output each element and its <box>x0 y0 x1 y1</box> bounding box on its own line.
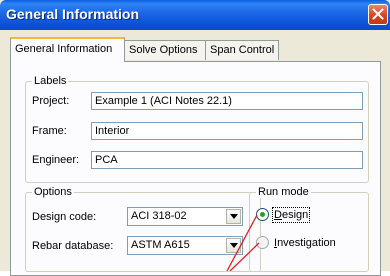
tab-label: General Information <box>15 43 113 55</box>
callout-line-design <box>226 214 258 271</box>
dialog-window: General Information General Information … <box>0 0 390 276</box>
tab-general-information[interactable]: General Information <box>10 37 125 62</box>
